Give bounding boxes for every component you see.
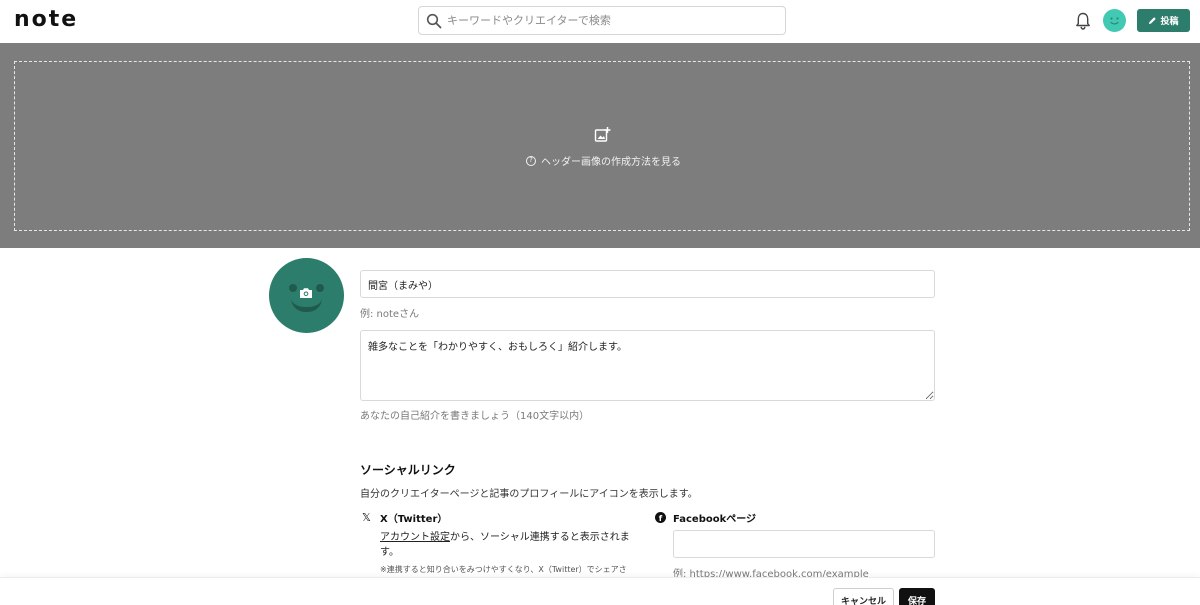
- profile-avatar-upload[interactable]: [269, 258, 344, 333]
- search-box[interactable]: [418, 6, 786, 35]
- bottom-action-bar: [0, 577, 1200, 605]
- social-links-description: 自分のクリエイターページと記事のプロフィールにアイコンを表示します。: [360, 489, 698, 500]
- social-links-heading: ソーシャルリンク: [360, 463, 456, 477]
- post-button-label: 投稿: [1160, 17, 1179, 27]
- question-circle-icon: ?: [526, 155, 536, 166]
- avatar-eye-right: [316, 284, 324, 292]
- bio-textarea[interactable]: 雑多なことを「わかりやすく、おもしろく」紹介します。: [360, 330, 935, 401]
- camera-icon: [300, 288, 312, 298]
- account-settings-link[interactable]: アカウント設定: [380, 532, 450, 543]
- post-button[interactable]: 投稿: [1137, 9, 1190, 32]
- user-avatar[interactable]: [1103, 9, 1126, 32]
- note-logo[interactable]: note: [14, 8, 78, 32]
- creator-name-hint: 例: noteさん: [360, 309, 420, 320]
- pencil-icon: [1149, 17, 1157, 25]
- facebook-icon: f: [655, 512, 666, 523]
- creator-name-input[interactable]: [360, 270, 935, 298]
- header-image-area[interactable]: ? ヘッダー画像の作成方法を見る: [0, 43, 1200, 248]
- facebook-row: f Facebookページ: [655, 510, 756, 525]
- header-image-dropzone[interactable]: [14, 61, 1190, 231]
- cancel-button[interactable]: キャンセル: [833, 588, 894, 605]
- x-twitter-label: X（Twitter）: [380, 514, 448, 525]
- top-navigation: note 投稿: [0, 0, 1200, 43]
- smile-face-icon: [1110, 17, 1119, 25]
- avatar-eye-left: [289, 284, 297, 292]
- search-icon: [426, 13, 442, 29]
- facebook-url-input[interactable]: [673, 530, 935, 558]
- x-twitter-row: 𝕏 X（Twitter）: [362, 510, 447, 525]
- save-button[interactable]: 保存: [899, 588, 935, 605]
- bio-hint: あなたの自己紹介を書きましょう（140文字以内）: [360, 411, 590, 422]
- avatar-mouth: [291, 298, 322, 312]
- header-help-text: ヘッダー画像の作成方法を見る: [541, 157, 681, 168]
- add-image-icon[interactable]: [594, 126, 611, 143]
- x-twitter-description: アカウント設定から、ソーシャル連携すると表示されます。: [380, 530, 642, 560]
- facebook-label: Facebookページ: [673, 514, 757, 525]
- notification-bell-icon[interactable]: [1074, 11, 1092, 31]
- x-twitter-note: ※連携すると知り合いをみつけやすくなり、X（Twitter）でシェアさ: [380, 565, 627, 574]
- header-help-link[interactable]: ? ヘッダー画像の作成方法を見る: [526, 153, 681, 168]
- x-logo-icon: 𝕏: [362, 511, 371, 524]
- search-input[interactable]: [447, 10, 777, 31]
